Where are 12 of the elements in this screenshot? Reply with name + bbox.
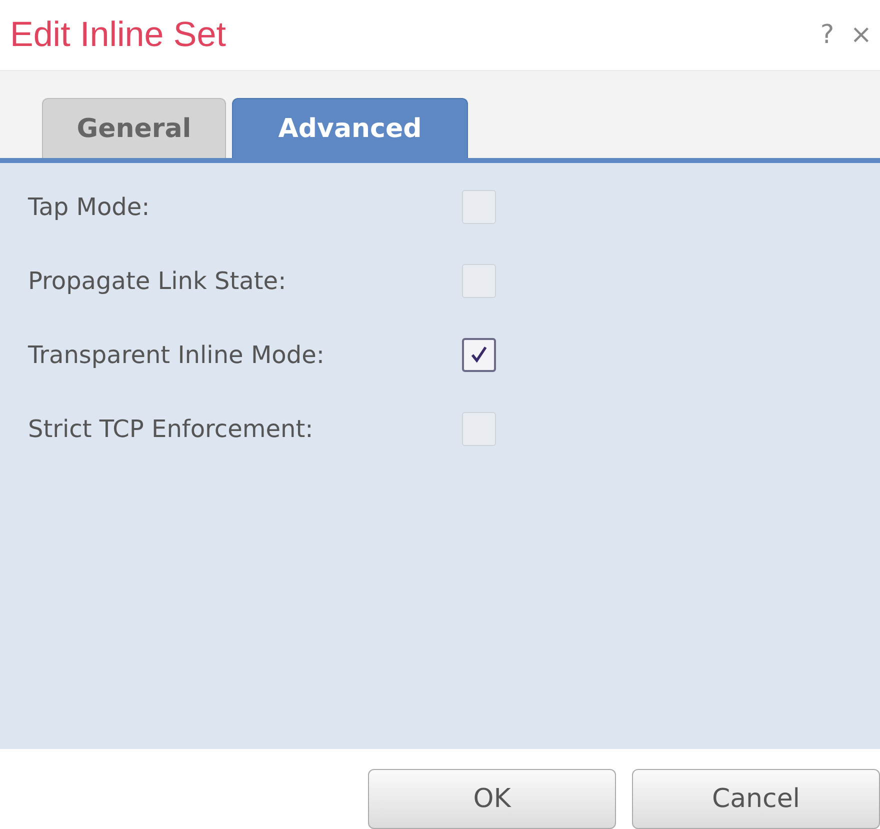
dialog-button[interactable]: Cancel: [632, 769, 880, 829]
tab[interactable]: Advanced: [232, 98, 468, 158]
option-label: Tap Mode:: [28, 193, 151, 221]
tab[interactable]: General: [42, 98, 226, 158]
dialog-button[interactable]: OK: [368, 769, 616, 829]
option-label: Transparent Inline Mode:: [28, 341, 326, 369]
option-label: Propagate Link State:: [28, 267, 288, 295]
dialog-title: Edit Inline Set: [10, 15, 226, 55]
checkbox[interactable]: [462, 338, 496, 372]
close-button[interactable]: ×: [846, 20, 876, 50]
help-button[interactable]: ?: [816, 20, 838, 50]
option-label: Strict TCP Enforcement:: [28, 415, 314, 443]
